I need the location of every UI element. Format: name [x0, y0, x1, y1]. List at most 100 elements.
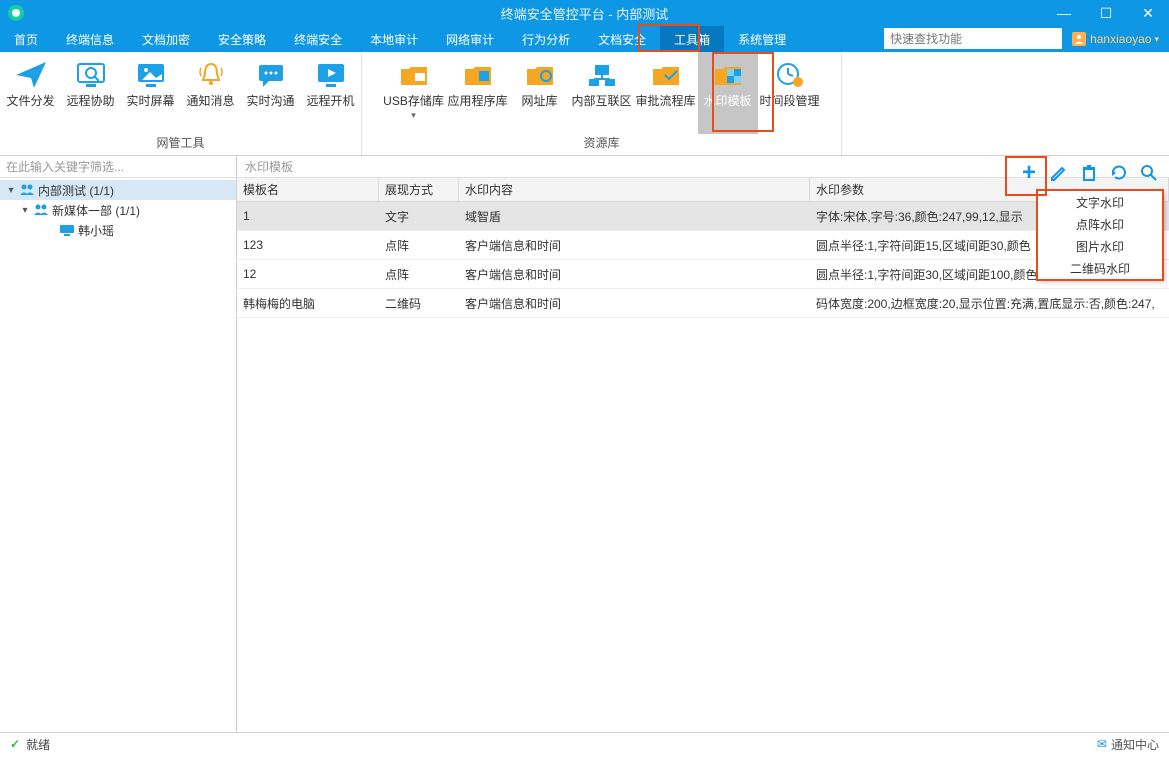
ribbon-group-label-1: 网管工具 [0, 134, 361, 154]
tree-node-label: 内部测试 (1/1) [38, 182, 114, 199]
menu-behavior-analysis[interactable]: 行为分析 [508, 26, 584, 52]
ribbon-usb-lib[interactable]: USB存储库 ▾ [382, 52, 446, 134]
tree-filter-input[interactable]: 在此输入关键字筛选... [0, 156, 236, 178]
avatar-icon [1072, 32, 1086, 46]
clock-gear-icon [772, 58, 808, 92]
ribbon-url-lib[interactable]: 网址库 [510, 52, 570, 134]
column-template-name[interactable]: 模板名 [237, 178, 379, 201]
add-button[interactable]: + [1019, 163, 1039, 183]
pc-icon [58, 222, 76, 238]
user-menu[interactable]: hanxiaoyao ▾ [1068, 26, 1169, 52]
menu-system-manage[interactable]: 系统管理 [724, 26, 800, 52]
delete-button[interactable] [1079, 163, 1099, 183]
folder-watermark-icon [710, 58, 746, 92]
status-text: 就绪 [26, 736, 50, 753]
menu-toolbox[interactable]: 工具箱 [660, 26, 724, 52]
minimize-button[interactable]: — [1043, 0, 1085, 26]
ribbon-notify[interactable]: 通知消息 [181, 52, 241, 134]
window-controls: — ☐ ✕ [1043, 0, 1169, 26]
titlebar: 终端安全管控平台 - 内部测试 — ☐ ✕ [0, 0, 1169, 26]
monitor-play-icon [313, 58, 349, 92]
menu-doc-encrypt[interactable]: 文档加密 [128, 26, 204, 52]
group-icon [18, 182, 36, 198]
dropdown-qrcode-watermark[interactable]: 二维码水印 [1038, 257, 1162, 279]
quick-search[interactable] [884, 28, 1062, 49]
tree-node-client[interactable]: 韩小瑶 [0, 220, 236, 240]
ribbon-intranet[interactable]: 内部互联区 [570, 52, 634, 134]
main-panel: 水印模板 + 模板名 展现方式 水印内容 水印参数 1 文字 域智盾 字体:宋体… [237, 156, 1169, 732]
app-logo [8, 5, 24, 21]
ribbon-watermark-template[interactable]: 水印模板 [698, 52, 758, 134]
main-header: 水印模板 + [237, 156, 1169, 178]
table-row[interactable]: 123 点阵 客户端信息和时间 圆点半径:1,字符间距15,区域间距30,颜色 [237, 231, 1169, 260]
dropdown-text-watermark[interactable]: 文字水印 [1038, 191, 1162, 213]
ribbon-app-lib[interactable]: 应用程序库 [446, 52, 510, 134]
menu-network-audit[interactable]: 网络审计 [432, 26, 508, 52]
ribbon-chat[interactable]: 实时沟通 [241, 52, 301, 134]
ribbon-group-netadmin: 文件分发 远程协助 实时屏幕 通知消息 实时沟通 远程开机 [0, 52, 362, 155]
statusbar: ✓ 就绪 ✉ 通知中心 [0, 733, 1169, 755]
table-row[interactable]: 12 点阵 客户端信息和时间 圆点半径:1,字符间距30,区域间距100,颜色:… [237, 260, 1169, 289]
mail-icon: ✉ [1097, 737, 1107, 751]
menu-doc-security[interactable]: 文档安全 [584, 26, 660, 52]
main-toolbar: + [1019, 156, 1159, 190]
ribbon-remote-assist[interactable]: 远程协助 [61, 52, 121, 134]
expand-icon[interactable]: ▾ [18, 205, 32, 216]
notify-center[interactable]: ✉ 通知中心 [1097, 736, 1159, 753]
edit-button[interactable] [1049, 163, 1069, 183]
panel-title: 水印模板 [245, 158, 293, 175]
ribbon-group-resources: USB存储库 ▾ 应用程序库 网址库 内部互联区 审批流程库 水印模板 [362, 52, 842, 155]
folder-net-icon [584, 58, 620, 92]
chat-icon [253, 58, 289, 92]
refresh-button[interactable] [1109, 163, 1129, 183]
column-watermark-content[interactable]: 水印内容 [459, 178, 810, 201]
menu-local-audit[interactable]: 本地审计 [356, 26, 432, 52]
menubar: 首页 终端信息 文档加密 安全策略 终端安全 本地审计 网络审计 行为分析 文档… [0, 26, 1169, 52]
dropdown-image-watermark[interactable]: 图片水印 [1038, 235, 1162, 257]
folder-usb-icon [396, 58, 432, 92]
ribbon-time-manage[interactable]: 时间段管理 [758, 52, 822, 134]
table-row[interactable]: 1 文字 域智盾 字体:宋体,字号:36,颜色:247,99,12,显示 [237, 202, 1169, 231]
paperplane-icon [13, 58, 49, 92]
user-name: hanxiaoyao [1090, 32, 1151, 46]
ribbon: 文件分发 远程协助 实时屏幕 通知消息 实时沟通 远程开机 [0, 52, 1169, 156]
org-tree: ▾ 内部测试 (1/1) ▾ 新媒体一部 (1/1) 韩小瑶 [0, 178, 236, 732]
ribbon-file-dispatch[interactable]: 文件分发 [1, 52, 61, 134]
menu-home[interactable]: 首页 [0, 26, 52, 52]
table-row[interactable]: 韩梅梅的电脑 二维码 客户端信息和时间 码体宽度:200,边框宽度:20,显示位… [237, 289, 1169, 318]
check-icon: ✓ [10, 737, 20, 751]
group-icon [32, 202, 50, 218]
tree-node-label: 韩小瑶 [78, 222, 114, 239]
ribbon-group-label-2: 资源库 [362, 134, 841, 154]
chevron-down-icon: ▾ [411, 110, 416, 121]
tree-panel: 在此输入关键字筛选... ▾ 内部测试 (1/1) ▾ 新媒体一部 (1/1) … [0, 156, 237, 732]
folder-flow-icon [648, 58, 684, 92]
expand-icon[interactable]: ▾ [4, 185, 18, 196]
window-title: 终端安全管控平台 - 内部测试 [501, 4, 669, 23]
content-area: 在此输入关键字筛选... ▾ 内部测试 (1/1) ▾ 新媒体一部 (1/1) … [0, 156, 1169, 733]
search-button[interactable] [1139, 163, 1159, 183]
tree-node-dept[interactable]: ▾ 新媒体一部 (1/1) [0, 200, 236, 220]
column-display-mode[interactable]: 展现方式 [379, 178, 459, 201]
grid-body: 1 文字 域智盾 字体:宋体,字号:36,颜色:247,99,12,显示 123… [237, 202, 1169, 318]
chevron-down-icon: ▾ [1154, 34, 1159, 45]
ribbon-realtime-screen[interactable]: 实时屏幕 [121, 52, 181, 134]
menu-terminal-info[interactable]: 终端信息 [52, 26, 128, 52]
add-dropdown-menu: 文字水印 点阵水印 图片水印 二维码水印 [1037, 190, 1163, 280]
ribbon-approve-lib[interactable]: 审批流程库 [634, 52, 698, 134]
folder-app-icon [460, 58, 496, 92]
monitor-search-icon [73, 58, 109, 92]
ribbon-remote-power[interactable]: 远程开机 [301, 52, 361, 134]
tree-node-label: 新媒体一部 (1/1) [52, 202, 140, 219]
notify-label: 通知中心 [1111, 736, 1159, 753]
close-button[interactable]: ✕ [1127, 0, 1169, 26]
bell-icon [193, 58, 229, 92]
menu-security-policy[interactable]: 安全策略 [204, 26, 280, 52]
monitor-image-icon [133, 58, 169, 92]
search-input[interactable] [884, 28, 1062, 49]
menu-terminal-security[interactable]: 终端安全 [280, 26, 356, 52]
dropdown-dotmatrix-watermark[interactable]: 点阵水印 [1038, 213, 1162, 235]
folder-web-icon [522, 58, 558, 92]
maximize-button[interactable]: ☐ [1085, 0, 1127, 26]
tree-node-root[interactable]: ▾ 内部测试 (1/1) [0, 180, 236, 200]
